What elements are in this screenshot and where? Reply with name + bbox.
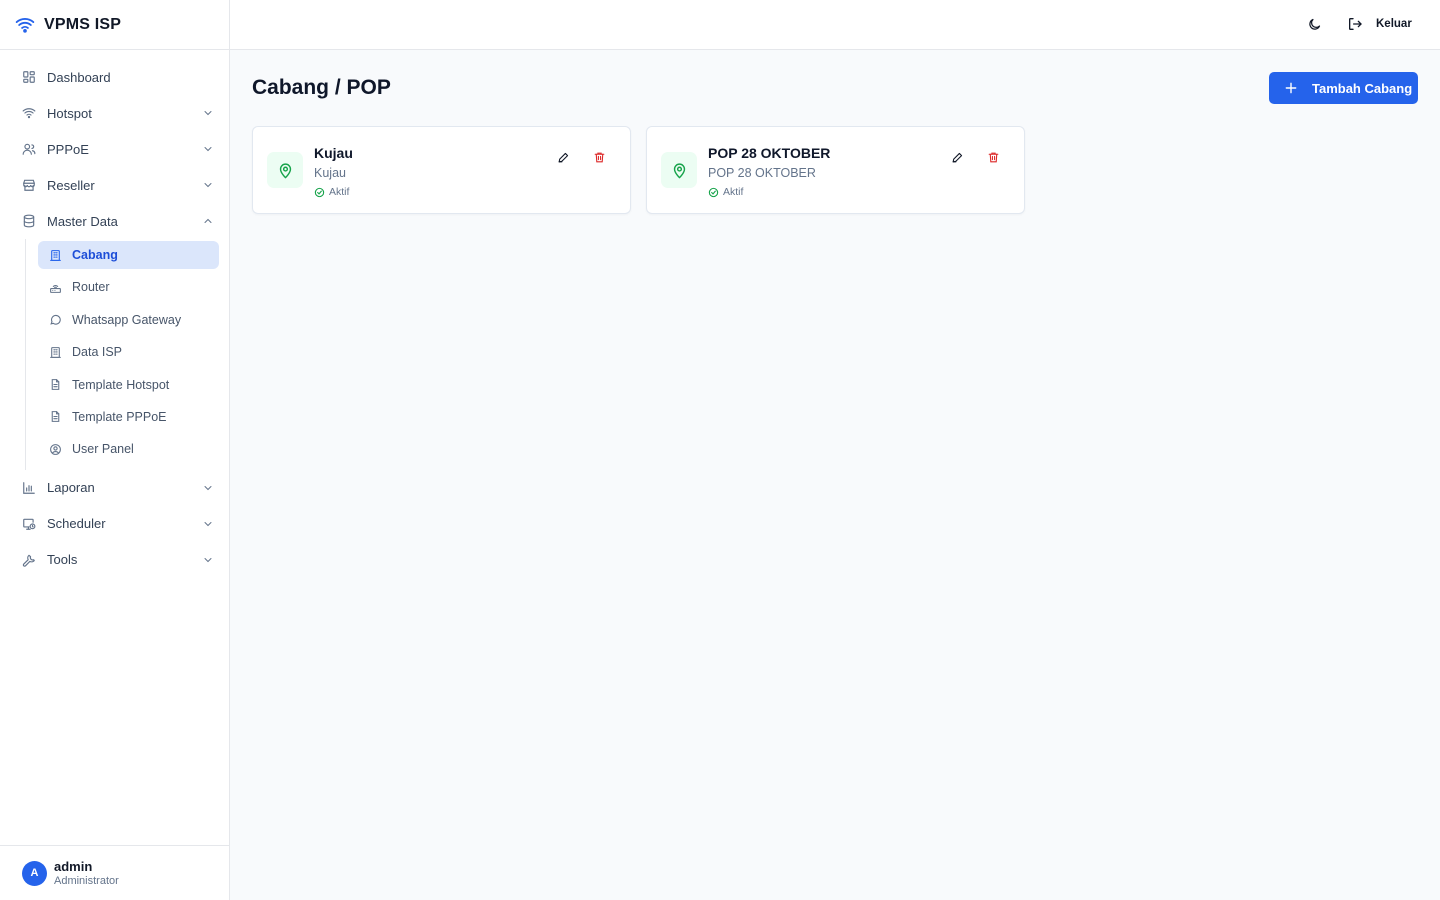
sidebar-item-label: Dashboard xyxy=(47,69,111,85)
logout-button[interactable]: Keluar xyxy=(1347,16,1412,32)
sidebar-item-label: Hotspot xyxy=(47,105,92,121)
submenu-item-label: Data ISP xyxy=(72,345,123,360)
chevron-down-icon xyxy=(202,482,214,494)
chevron-down-icon xyxy=(202,518,214,530)
wrench-icon xyxy=(22,553,36,567)
submenu-item-data-isp[interactable]: Data ISP xyxy=(38,338,219,366)
submenu-item-user-panel[interactable]: User Panel xyxy=(38,435,219,463)
sidebar-item-label: Tools xyxy=(47,552,78,568)
moon-icon[interactable] xyxy=(1307,17,1322,32)
check-circle-icon xyxy=(314,187,325,197)
app-name: VPMS ISP xyxy=(44,15,122,33)
sidebar-nav: Dashboard Hotspot PPPoE Reseller Master … xyxy=(0,59,230,578)
check-circle-icon xyxy=(708,187,719,197)
status-badge: Aktif xyxy=(314,186,349,198)
file-icon xyxy=(49,410,62,423)
sidebar: VPMS ISP Dashboard Hotspot PPPoE Reselle… xyxy=(0,0,230,900)
wifi-icon xyxy=(22,106,36,120)
user-role: Administrator xyxy=(54,874,119,887)
router-icon xyxy=(49,281,62,294)
submenu-item-label: Template PPPoE xyxy=(72,409,167,424)
sidebar-item-master-data[interactable]: Master Data xyxy=(0,203,230,239)
sidebar-item-label: Laporan xyxy=(47,480,95,496)
plus-icon xyxy=(1284,81,1298,95)
submenu-item-label: Cabang xyxy=(72,248,118,262)
add-branch-button[interactable]: Tambah Cabang xyxy=(1269,72,1418,104)
master-data-submenu: Cabang Router Whatsapp Gateway Data ISP … xyxy=(25,239,219,470)
branch-name: Kujau xyxy=(314,145,353,161)
wifi-logo-icon xyxy=(15,15,35,35)
submenu-item-label: Whatsapp Gateway xyxy=(72,312,182,327)
logout-icon xyxy=(1347,16,1363,32)
location-pin-icon xyxy=(661,152,697,188)
dashboard-icon xyxy=(22,70,36,84)
chevron-down-icon xyxy=(202,179,214,191)
users-icon xyxy=(22,142,36,156)
chevron-down-icon xyxy=(202,143,214,155)
user-profile[interactable]: A admin Administrator xyxy=(0,845,229,900)
store-icon xyxy=(22,178,36,192)
sidebar-item-hotspot[interactable]: Hotspot xyxy=(0,95,230,131)
sidebar-item-label: PPPoE xyxy=(47,141,89,157)
submenu-item-label: Router xyxy=(72,280,110,295)
chevron-down-icon xyxy=(202,107,214,119)
sidebar-item-label: Scheduler xyxy=(47,516,106,532)
chevron-down-icon xyxy=(202,554,214,566)
branch-subtitle: Kujau xyxy=(314,166,346,180)
submenu-item-label: Template Hotspot xyxy=(72,377,170,392)
trash-icon[interactable] xyxy=(593,151,606,164)
sidebar-item-tools[interactable]: Tools xyxy=(0,542,230,578)
building-icon xyxy=(49,346,62,359)
sidebar-item-dashboard[interactable]: Dashboard xyxy=(0,59,230,95)
trash-icon[interactable] xyxy=(987,151,1000,164)
user-info: admin Administrator xyxy=(54,859,119,888)
building-icon xyxy=(49,249,62,262)
branch-name: POP 28 OKTOBER xyxy=(708,145,831,161)
location-pin-icon xyxy=(267,152,303,188)
chevron-up-icon xyxy=(202,215,214,227)
submenu-item-template-pppoe[interactable]: Template PPPoE xyxy=(38,403,219,431)
edit-icon[interactable] xyxy=(557,151,570,164)
sidebar-item-pppoe[interactable]: PPPoE xyxy=(0,131,230,167)
user-circle-icon xyxy=(49,443,62,456)
sidebar-item-laporan[interactable]: Laporan xyxy=(0,470,230,506)
submenu-item-cabang[interactable]: Cabang xyxy=(38,241,219,269)
edit-icon[interactable] xyxy=(951,151,964,164)
sidebar-item-reseller[interactable]: Reseller xyxy=(0,167,230,203)
bar-chart-icon xyxy=(22,481,36,495)
sidebar-item-label: Master Data xyxy=(47,213,118,229)
status-label: Aktif xyxy=(329,186,350,198)
add-branch-label: Tambah Cabang xyxy=(1312,80,1413,96)
branch-card[interactable]: POP 28 OKTOBER POP 28 OKTOBER Aktif xyxy=(646,126,1025,214)
branch-card[interactable]: Kujau Kujau Aktif xyxy=(252,126,631,214)
sidebar-item-scheduler[interactable]: Scheduler xyxy=(0,506,230,542)
logout-label: Keluar xyxy=(1376,18,1412,30)
brand[interactable]: VPMS ISP xyxy=(0,0,229,50)
file-icon xyxy=(49,378,62,391)
monitor-clock-icon xyxy=(22,517,36,531)
status-badge: Aktif xyxy=(708,186,743,198)
chat-icon xyxy=(49,313,62,326)
submenu-item-whatsapp-gateway[interactable]: Whatsapp Gateway xyxy=(38,306,219,334)
submenu-item-label: User Panel xyxy=(72,442,134,457)
avatar: A xyxy=(22,860,47,886)
submenu-item-router[interactable]: Router xyxy=(38,273,219,301)
topbar: Keluar xyxy=(230,0,1440,50)
branch-subtitle: POP 28 OKTOBER xyxy=(708,166,816,180)
database-icon xyxy=(22,214,36,228)
submenu-item-template-hotspot[interactable]: Template Hotspot xyxy=(38,371,219,399)
status-label: Aktif xyxy=(723,186,744,198)
sidebar-item-label: Reseller xyxy=(47,177,95,193)
user-name: admin xyxy=(54,858,93,874)
page-title: Cabang / POP xyxy=(252,76,391,99)
